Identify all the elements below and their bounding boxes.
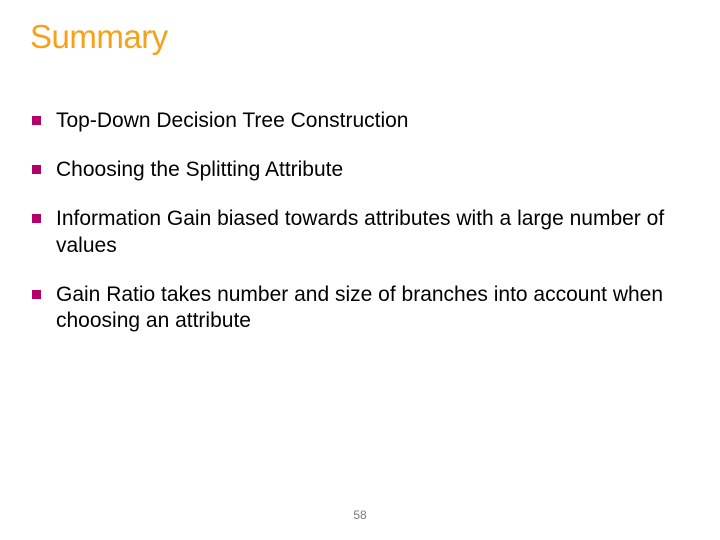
slide: Summary Top-Down Decision Tree Construct… <box>0 0 720 540</box>
list-item: Top-Down Decision Tree Construction <box>32 108 690 135</box>
page-number: 58 <box>0 508 720 522</box>
list-item: Information Gain biased towards attribut… <box>32 206 690 260</box>
list-item: Gain Ratio takes number and size of bran… <box>32 282 690 336</box>
list-item: Choosing the Splitting Attribute <box>32 157 690 184</box>
slide-title: Summary <box>30 18 690 56</box>
bullet-list: Top-Down Decision Tree Construction Choo… <box>30 108 690 335</box>
